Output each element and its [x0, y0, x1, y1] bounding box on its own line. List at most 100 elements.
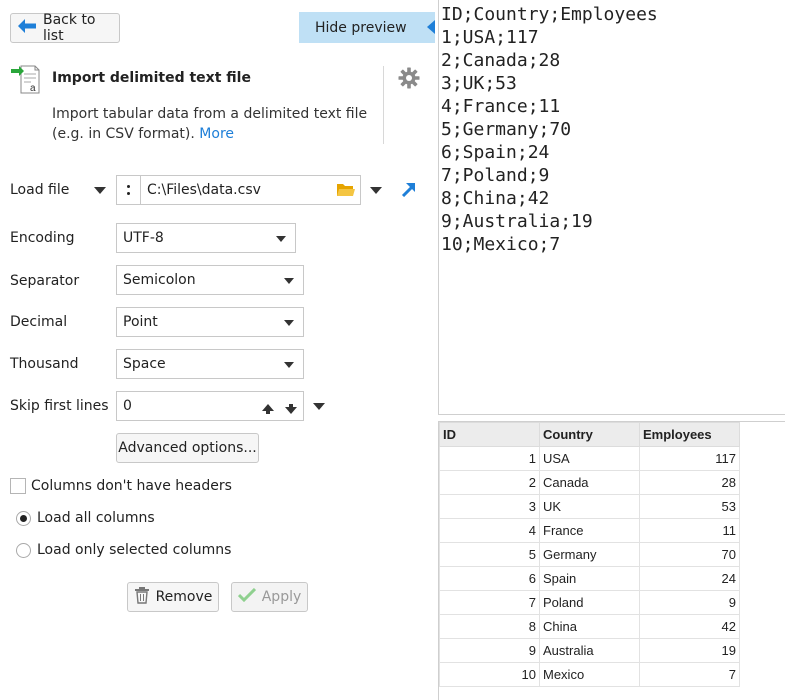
cell-country: Poland: [539, 590, 640, 615]
cell-country: Mexico: [539, 662, 640, 687]
decrement-arrow-icon[interactable]: [285, 402, 297, 418]
cell-country: USA: [539, 446, 640, 471]
cell-id: 8: [439, 614, 540, 639]
cell-employees: 117: [639, 446, 740, 471]
trash-icon: [134, 586, 150, 608]
encoding-value: UTF-8: [123, 230, 164, 246]
raw-line: 4;France;11: [441, 96, 561, 117]
column-header-country[interactable]: Country: [539, 422, 640, 447]
encoding-select[interactable]: UTF-8: [116, 223, 296, 253]
table-row: 8 China 42: [439, 614, 740, 639]
cell-employees: 70: [639, 542, 740, 567]
hide-preview-label: Hide preview: [315, 19, 407, 36]
cell-country: Australia: [539, 638, 640, 663]
chevron-down-icon: [284, 320, 294, 326]
hide-preview-button[interactable]: Hide preview: [299, 12, 435, 43]
raw-line: 7;Poland;9: [441, 165, 550, 186]
collapse-left-icon: [427, 20, 435, 34]
column-header-id[interactable]: ID: [439, 422, 540, 447]
cell-id: 10: [439, 662, 540, 687]
cell-id: 5: [439, 542, 540, 567]
raw-line: 6;Spain;24: [441, 142, 550, 163]
remove-button[interactable]: Remove: [127, 582, 219, 612]
cell-id: 1: [439, 446, 540, 471]
svg-text:a: a: [30, 83, 36, 94]
column-header-employees[interactable]: Employees: [639, 422, 740, 447]
page-title: Import delimited text file: [52, 70, 251, 86]
chevron-down-icon: [276, 236, 286, 242]
separator-select[interactable]: Semicolon: [116, 265, 304, 295]
table-row: 2 Canada 28: [439, 470, 740, 495]
thousand-select[interactable]: Space: [116, 349, 304, 379]
remove-label: Remove: [155, 589, 213, 605]
cell-country: UK: [539, 494, 640, 519]
skip-lines-menu-icon[interactable]: [313, 403, 325, 410]
cell-id: 4: [439, 518, 540, 543]
import-file-icon: a: [11, 63, 41, 99]
skip-lines-value: 0: [123, 398, 132, 414]
no-headers-label: Columns don't have headers: [31, 478, 232, 494]
header-divider: [383, 66, 384, 144]
cell-country: Germany: [539, 542, 640, 567]
table-row: 1 USA 117: [439, 446, 740, 471]
file-options-menu-icon[interactable]: [370, 187, 382, 194]
thousand-label: Thousand: [10, 356, 79, 372]
data-grid[interactable]: ID Country Employees 1 USA 117 2 Canada 28 3…: [438, 421, 785, 700]
cell-id: 7: [439, 590, 540, 615]
arrow-left-icon: [17, 18, 37, 38]
load-file-menu-icon[interactable]: [94, 187, 106, 194]
load-selected-radio[interactable]: [16, 543, 31, 558]
raw-line: 8;China;42: [441, 188, 550, 209]
advanced-options-button[interactable]: Advanced options...: [116, 433, 259, 463]
decimal-select[interactable]: Point: [116, 307, 304, 337]
raw-text-preview[interactable]: ID;Country;Employees 1;USA;117 2;Canada;28…: [438, 0, 785, 415]
raw-line: 9;Australia;19: [441, 211, 593, 232]
apply-label: Apply: [261, 589, 302, 605]
decimal-label: Decimal: [10, 314, 68, 330]
gear-icon[interactable]: [398, 67, 420, 93]
cell-employees: 9: [639, 590, 740, 615]
decimal-value: Point: [123, 314, 158, 330]
cell-id: 6: [439, 566, 540, 591]
folder-icon[interactable]: [336, 181, 356, 203]
table-row: 9 Australia 19: [439, 638, 740, 663]
raw-line: 10;Mexico;7: [441, 234, 561, 255]
cell-employees: 28: [639, 470, 740, 495]
table-row: 6 Spain 24: [439, 566, 740, 591]
table-row: 7 Poland 9: [439, 590, 740, 615]
raw-line: ID;Country;Employees: [441, 4, 658, 25]
file-path-field[interactable]: C:\Files\data.csv: [116, 175, 361, 205]
separator-label: Separator: [10, 273, 80, 289]
separator-value: Semicolon: [123, 272, 196, 288]
cell-employees: 24: [639, 566, 740, 591]
chevron-down-icon: [284, 362, 294, 368]
load-selected-label: Load only selected columns: [37, 542, 232, 558]
file-source-menu-icon[interactable]: [117, 176, 141, 204]
no-headers-checkbox[interactable]: [10, 478, 26, 494]
more-link[interactable]: More: [199, 126, 234, 142]
thousand-value: Space: [123, 356, 166, 372]
cell-employees: 11: [639, 518, 740, 543]
cell-id: 3: [439, 494, 540, 519]
checkmark-icon: [237, 587, 256, 606]
back-to-list-label: Back to list: [43, 12, 96, 44]
load-file-label: Load file: [10, 182, 70, 198]
table-row: 3 UK 53: [439, 494, 740, 519]
apply-button[interactable]: Apply: [231, 582, 308, 612]
raw-line: 5;Germany;70: [441, 119, 572, 140]
raw-line: 1;USA;117: [441, 27, 539, 48]
page-description: Import tabular data from a delimited tex…: [52, 104, 372, 144]
cell-country: Spain: [539, 566, 640, 591]
table-row: 10 Mexico 7: [439, 662, 740, 687]
description-line-1: Import tabular data from a delimited tex…: [52, 106, 368, 122]
cell-employees: 42: [639, 614, 740, 639]
load-all-radio[interactable]: [16, 511, 31, 526]
back-to-list-button[interactable]: Back to list: [10, 12, 120, 44]
advanced-options-label: Advanced options...: [118, 440, 257, 456]
increment-arrow-icon[interactable]: [262, 402, 274, 418]
skip-lines-label: Skip first lines: [10, 398, 109, 414]
file-path-value: C:\Files\data.csv: [147, 182, 261, 198]
raw-line: 2;Canada;28: [441, 50, 561, 71]
open-external-icon[interactable]: [400, 181, 416, 201]
skip-lines-stepper[interactable]: 0: [116, 391, 304, 421]
